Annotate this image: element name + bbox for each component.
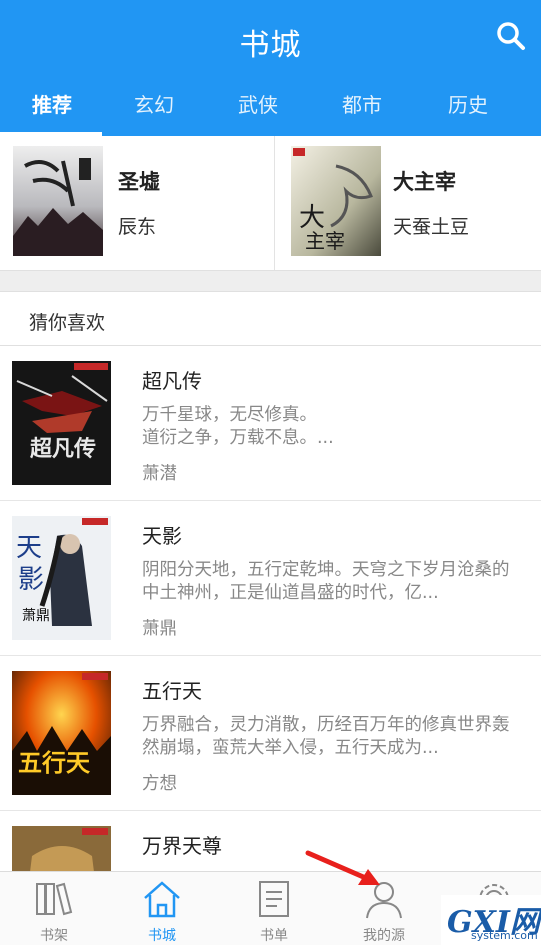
nav-bookshelf[interactable]: 书架: [0, 872, 108, 945]
tab-recommend[interactable]: 推荐: [0, 82, 104, 136]
featured-book[interactable]: 圣墟 辰东: [0, 136, 270, 270]
featured-book[interactable]: 大 主宰 大主宰 天蚕土豆: [274, 136, 541, 270]
recommend-section: 猜你喜欢 超凡传 超凡传 万千星球，无尽修真。 道衍之争，万载不息。... 萧潜…: [0, 292, 541, 872]
app-root: 书城 推荐 玄幻 武侠 都市 历史 圣墟 辰东 大 主宰 大主宰 天蚕土豆 猜你…: [0, 0, 541, 945]
bookshelf-icon: [36, 882, 73, 916]
book-title: 超凡传: [142, 369, 202, 393]
tab-label: 玄幻: [134, 93, 174, 117]
book-cover-image: 超凡传: [12, 361, 111, 485]
book-cover-image: [13, 146, 103, 256]
book-cover-image: 天 影 萧鼎: [12, 516, 111, 640]
search-icon[interactable]: [495, 20, 527, 52]
tab-xuanhuan[interactable]: 玄幻: [102, 82, 206, 136]
book-description: 万千星球，无尽修真。 道衍之争，万载不息。...: [142, 405, 334, 448]
category-tabs: 推荐 玄幻 武侠 都市 历史: [0, 82, 541, 136]
svg-text:天: 天: [16, 533, 42, 563]
book-author: 萧潜: [142, 464, 177, 484]
tab-wuxia[interactable]: 武侠: [206, 82, 310, 136]
svg-text:超凡传: 超凡传: [30, 436, 96, 462]
svg-text:五行天: 五行天: [18, 748, 90, 777]
page-title: 书城: [239, 28, 302, 63]
section-title: 猜你喜欢: [29, 312, 106, 334]
book-author: 天蚕土豆: [393, 216, 470, 238]
nav-label: 书单: [260, 928, 288, 944]
book-author: 方想: [142, 774, 177, 794]
watermark-logo: GXI网 system.com: [441, 895, 541, 945]
book-title: 大主宰: [393, 170, 456, 194]
svg-text:主宰: 主宰: [305, 229, 345, 253]
tab-label: 推荐: [32, 93, 72, 117]
nav-label: 书架: [40, 928, 68, 944]
book-cover-image: 五行天: [12, 671, 111, 795]
tab-label: 历史: [448, 93, 488, 117]
book-title: 天影: [142, 524, 182, 548]
tab-label: 武侠: [238, 93, 278, 117]
top-bar: 书城 推荐 玄幻 武侠 都市 历史: [0, 0, 541, 136]
list-document-icon: [259, 881, 289, 917]
book-author: 辰东: [118, 216, 157, 238]
book-author: 萧鼎: [142, 619, 177, 639]
book-title: 五行天: [142, 679, 202, 703]
list-item[interactable]: 万界天尊: [0, 811, 541, 872]
nav-label: 书城: [148, 928, 176, 944]
book-cover-image: 大 主宰: [291, 146, 381, 256]
svg-text:萧鼎: 萧鼎: [22, 608, 50, 624]
tab-label: 都市: [342, 93, 382, 117]
list-item[interactable]: 五行天 五行天 万界融合，灵力消散，历经百万年的修真世界轰然崩塌，蛮荒大举入侵，…: [0, 656, 541, 811]
tab-dushi[interactable]: 都市: [310, 82, 414, 136]
tab-lishi[interactable]: 历史: [416, 82, 520, 136]
book-title: 圣墟: [118, 170, 160, 194]
home-icon: [144, 881, 180, 918]
nav-bookstore[interactable]: 书城: [108, 872, 216, 945]
book-description: 阴阳分天地，五行定乾坤。天穹之下岁月沧桑的中土神州，正是仙道昌盛的时代，亿...: [142, 560, 510, 603]
book-title: 万界天尊: [142, 834, 222, 858]
featured-books: 圣墟 辰东 大 主宰 大主宰 天蚕土豆: [0, 136, 541, 270]
red-arrow-annotation: [305, 850, 380, 885]
watermark-subtext: system.com: [471, 929, 538, 942]
svg-text:影: 影: [18, 565, 44, 595]
section-divider: [0, 270, 541, 292]
book-description: 万界融合，灵力消散，历经百万年的修真世界轰然崩塌，蛮荒大举入侵，五行天成为...: [142, 715, 510, 758]
list-item[interactable]: 天 影 萧鼎 天影 阴阳分天地，五行定乾坤。天穹之下岁月沧桑的中土神州，正是仙道…: [0, 501, 541, 656]
list-item[interactable]: 超凡传 超凡传 万千星球，无尽修真。 道衍之争，万载不息。... 萧潜: [0, 346, 541, 501]
book-cover-image: [12, 826, 111, 872]
nav-label: 我的源: [363, 928, 405, 944]
